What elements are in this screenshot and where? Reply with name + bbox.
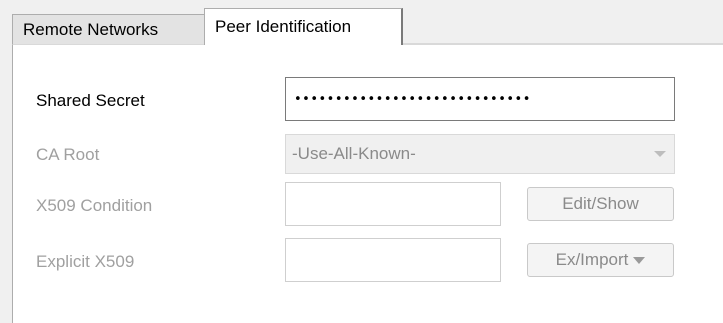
explicit-x509-label: Explicit X509 <box>36 252 135 271</box>
caret-down-icon <box>633 256 646 264</box>
tab-remote-networks[interactable]: Remote Networks <box>12 14 205 44</box>
ex-import-button[interactable]: Ex/Import <box>527 243 674 277</box>
tab-peer-identification[interactable]: Peer Identification <box>204 8 403 45</box>
x509-condition-label: X509 Condition <box>36 196 153 215</box>
ex-import-button-label: Ex/Import <box>555 250 629 269</box>
tab-peer-identification-label: Peer Identification <box>215 17 352 36</box>
tab-remote-networks-label: Remote Networks <box>23 19 159 39</box>
shared-secret-label: Shared Secret <box>36 91 145 110</box>
edit-show-button[interactable]: Edit/Show <box>527 187 674 221</box>
edit-show-button-label: Edit/Show <box>562 194 639 213</box>
shared-secret-input[interactable]: ••••••••••••••••••••••••••••• <box>285 77 675 121</box>
ca-root-selected-value: -Use-All-Known- <box>292 144 416 163</box>
x509-condition-input[interactable] <box>285 182 501 226</box>
chevron-down-icon <box>654 151 666 157</box>
ca-root-select[interactable]: -Use-All-Known- <box>285 134 675 174</box>
ca-root-label: CA Root <box>36 145 100 164</box>
explicit-x509-input[interactable] <box>285 238 501 282</box>
